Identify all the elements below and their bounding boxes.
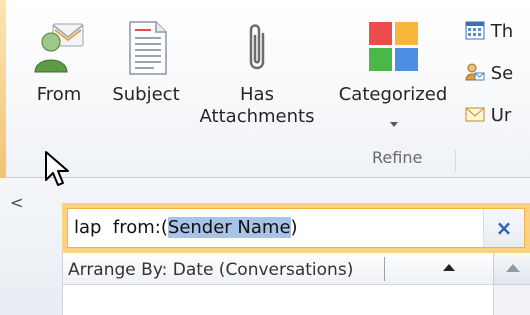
categories-icon bbox=[369, 22, 418, 71]
search-query-selected: Sender Name bbox=[167, 217, 291, 238]
refine-group-label: Refine bbox=[372, 148, 423, 167]
collapse-pane-chevron-icon[interactable]: < bbox=[10, 193, 23, 212]
ribbon-edge-accent bbox=[0, 0, 6, 178]
categorized-dropdown-arrow-icon[interactable] bbox=[390, 122, 398, 127]
subject-document-icon bbox=[129, 21, 167, 75]
from-person-icon bbox=[34, 23, 84, 73]
ribbon: From Subject Has Attachments Categorized… bbox=[0, 0, 530, 178]
unread-label: Ur bbox=[490, 105, 512, 126]
search-input[interactable]: lap from:(Sender Name) × bbox=[67, 208, 525, 248]
arrange-by-header[interactable]: Arrange By: Date (Conversations) bbox=[63, 253, 493, 285]
search-query-suffix: ) bbox=[290, 217, 298, 238]
search-query-text: lap from:(Sender Name) bbox=[74, 216, 298, 240]
search-box-frame: lap from:(Sender Name) × bbox=[62, 203, 530, 253]
clear-search-button[interactable]: × bbox=[483, 209, 524, 247]
header-divider bbox=[384, 257, 385, 281]
this-week-label: Th bbox=[490, 21, 514, 42]
categorized-label: Categorized bbox=[338, 84, 448, 105]
unread-button[interactable]: Ur bbox=[465, 104, 511, 127]
paperclip-icon bbox=[249, 24, 265, 70]
sent-to-label: Se bbox=[490, 63, 514, 84]
group-separator bbox=[455, 150, 456, 172]
sent-to-icon bbox=[465, 63, 485, 81]
message-list: Arrange By: Date (Conversations) bbox=[62, 253, 530, 315]
sent-to-button[interactable]: Se bbox=[465, 62, 513, 85]
categorized-button[interactable]: Categorized bbox=[330, 20, 456, 106]
attachments-label: Attachments bbox=[199, 106, 315, 127]
sort-ascending-icon[interactable] bbox=[443, 264, 455, 271]
mouse-pointer-icon bbox=[45, 151, 69, 186]
scroll-up-button[interactable] bbox=[493, 253, 530, 285]
scrollbar-track[interactable] bbox=[493, 285, 530, 315]
this-week-button[interactable]: Th bbox=[465, 20, 513, 43]
from-label: From bbox=[36, 84, 82, 105]
search-query-prefix: lap from:( bbox=[74, 217, 168, 238]
subject-label: Subject bbox=[112, 84, 180, 105]
unread-envelope-icon bbox=[465, 107, 485, 122]
subject-button[interactable]: Subject bbox=[104, 20, 188, 106]
arrange-by-label: Arrange By: Date (Conversations) bbox=[68, 260, 354, 280]
from-button[interactable]: From bbox=[26, 20, 92, 106]
calendar-icon bbox=[465, 21, 485, 40]
has-label: Has bbox=[240, 84, 274, 105]
has-attachments-button[interactable]: Has Attachments bbox=[192, 20, 322, 128]
